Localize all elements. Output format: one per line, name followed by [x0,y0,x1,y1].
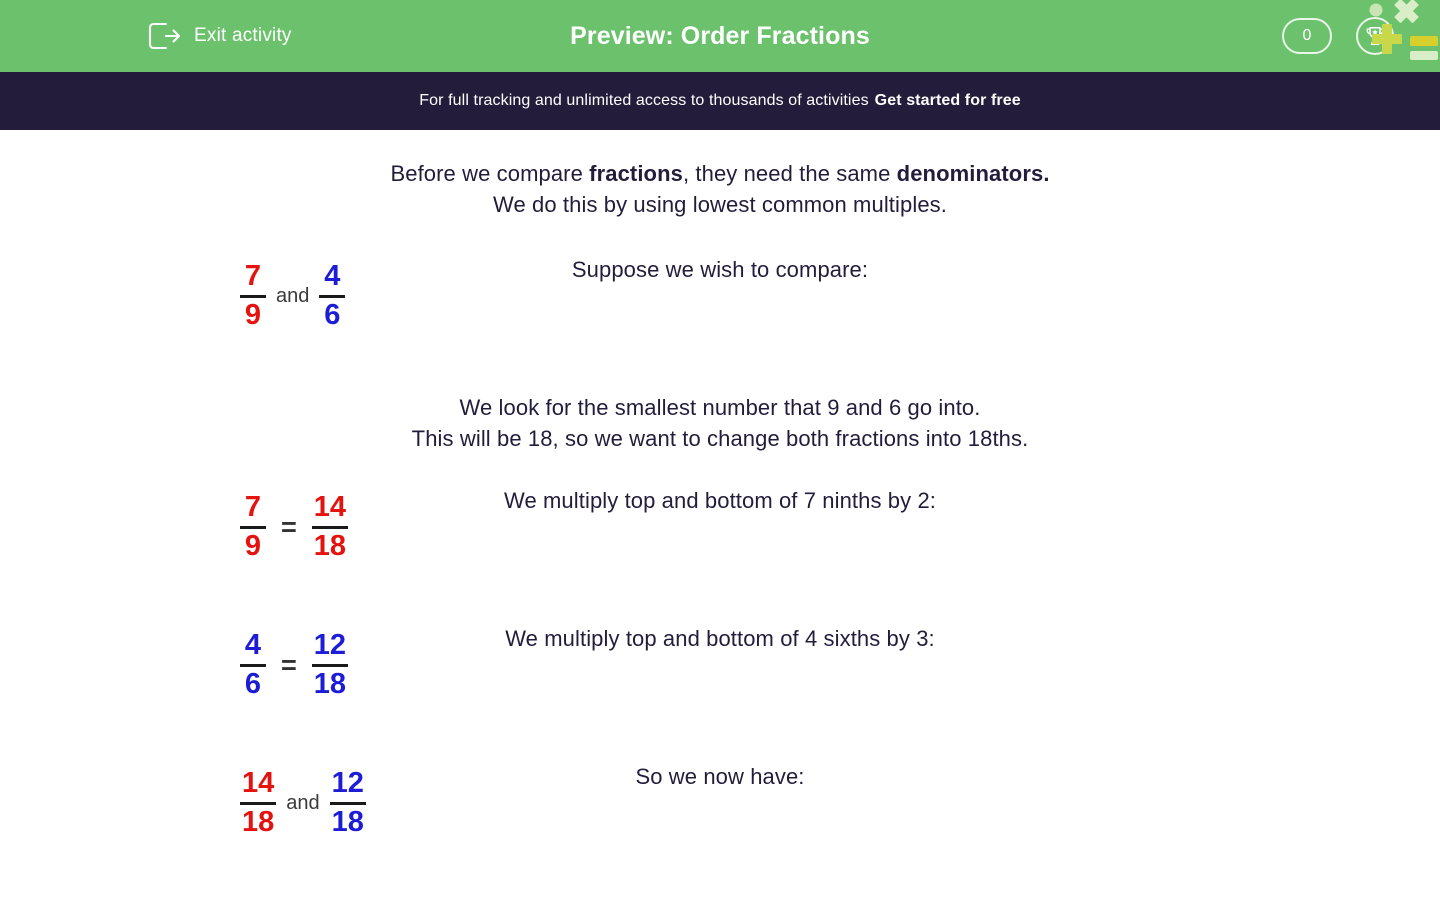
fraction-12-18: 12 18 [329,767,366,838]
step-row-lcm: We look for the smallest number that 9 a… [0,392,1440,454]
fraction-14-18: 14 18 [240,767,277,838]
fraction-bar [240,525,266,529]
intro-text-a: Before we compare [390,161,590,186]
lesson-content: Before we compare fractions, they need t… [0,130,1440,836]
fraction-12-18: 12 18 [311,629,349,700]
fraction-bar [311,663,349,667]
trophy-icon [1364,25,1386,47]
promo-banner: For full tracking and unlimited access t… [0,72,1440,130]
numerator: 12 [331,767,364,799]
operator-and: and [286,791,320,814]
intro-line-2: We do this by using lowest common multip… [493,192,947,217]
numerator: 7 [244,491,262,523]
exit-activity-button[interactable]: Exit activity [147,21,292,51]
numerator: 14 [242,767,275,799]
denominator: 9 [244,298,262,331]
step-row-result: So we now have: 14 18 and 12 18 [0,761,1440,836]
denominator: 9 [244,529,262,562]
intro-bold-denominators: denominators. [896,161,1050,186]
exit-logout-icon [147,21,181,51]
step-row-multiply-sixths: We multiply top and bottom of 4 sixths b… [0,623,1440,698]
expression-compare: 7 9 and 4 6 [240,260,346,331]
step-caption-multiply-sixths: We multiply top and bottom of 4 sixths b… [505,626,935,651]
operator-and: and [276,284,310,307]
score-badge[interactable]: 0 [1282,18,1332,54]
expression-ninths: 7 9 = 14 18 [240,491,349,562]
intro-text-c: , they need the same [682,161,897,186]
step-row-multiply-ninths: We multiply top and bottom of 7 ninths b… [0,485,1440,560]
operator-equals: = [281,649,297,680]
numerator: 7 [244,260,262,292]
numerator: 12 [313,629,347,661]
expression-result: 14 18 and 12 18 [240,767,366,838]
fraction-bar [319,294,346,298]
header-actions: 0 [1282,17,1394,55]
fraction-7-9: 7 9 [240,260,266,331]
numerator: 14 [313,491,347,523]
trophy-button[interactable] [1356,17,1394,55]
fraction-bar [311,525,349,529]
denominator: 6 [324,298,341,331]
fraction-4-6: 4 6 [240,629,266,700]
get-started-link[interactable]: Get started for free [875,92,1021,110]
denominator: 18 [313,667,347,700]
step-caption-compare: Suppose we wish to compare: [571,257,869,282]
step-caption-lcm-line-2: This will be 18, so we want to change bo… [411,426,1029,451]
numerator: 4 [244,629,262,661]
numerator: 4 [324,260,341,292]
fraction-14-18: 14 18 [311,491,349,562]
fraction-bar [240,801,277,805]
step-caption-lcm-line-1: We look for the smallest number that 9 a… [459,395,981,420]
step-row-compare: Suppose we wish to compare: 7 9 and 4 6 [0,254,1440,329]
promo-text: For full tracking and unlimited access t… [419,92,869,109]
fraction-4-6: 4 6 [319,260,346,331]
intro-bold-fractions: fractions [589,161,683,186]
intro-line-1: Before we compare fractions, they need t… [0,158,1440,189]
app-header: Exit activity Preview: Order Fractions 0 [0,0,1440,72]
denominator: 6 [244,667,262,700]
step-caption-multiply-ninths: We multiply top and bottom of 7 ninths b… [503,488,936,513]
exit-activity-label: Exit activity [194,25,292,46]
fraction-bar [240,663,266,667]
fraction-bar [329,801,366,805]
operator-equals: = [281,511,297,542]
denominator: 18 [331,805,364,838]
fraction-bar [240,294,266,298]
denominator: 18 [313,529,347,562]
score-value: 0 [1302,27,1312,44]
step-caption-result: So we now have: [635,764,805,789]
expression-sixths: 4 6 = 12 18 [240,629,349,700]
denominator: 18 [242,805,275,838]
fraction-7-9: 7 9 [240,491,266,562]
